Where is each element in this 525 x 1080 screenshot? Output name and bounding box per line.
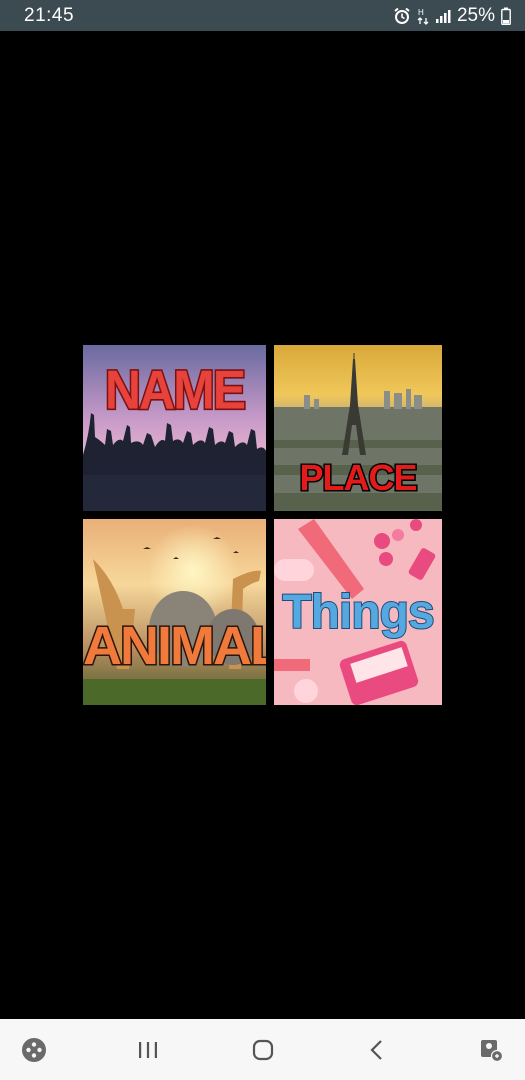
battery-percent: 25% (456, 4, 495, 26)
status-bar: 21:45 H 25% (0, 0, 525, 31)
game-launcher-icon (22, 1037, 46, 1062)
home-icon (252, 1039, 273, 1060)
home-button[interactable] (241, 1028, 285, 1072)
game-launcher-button[interactable] (12, 1028, 56, 1072)
recent-apps-button[interactable] (126, 1028, 170, 1072)
giraffe-elephant-image (83, 519, 266, 705)
screen-assistant-icon (481, 1039, 504, 1062)
category-grid: NAME PLACE ANIMAL Things (83, 345, 442, 705)
tile-label-place: PLACE (298, 456, 419, 500)
back-button[interactable] (355, 1028, 399, 1072)
data-icon: H (417, 7, 429, 25)
status-icons: H 25% (393, 5, 511, 27)
status-time: 21:45 (24, 4, 75, 26)
tile-name[interactable]: NAME (83, 345, 266, 511)
tile-animal[interactable]: ANIMAL (83, 519, 266, 705)
back-icon (370, 1039, 382, 1060)
tile-label-things: Things (281, 585, 435, 640)
svg-text:H: H (418, 8, 424, 17)
navigation-bar (0, 1019, 525, 1080)
screen-assistant-button[interactable] (469, 1028, 513, 1072)
recent-apps-icon (139, 1041, 158, 1058)
tile-label-animal: ANIMAL (83, 615, 266, 678)
alarm-icon (393, 7, 411, 25)
tile-place[interactable]: PLACE (274, 345, 442, 511)
tile-label-name: NAME (103, 358, 247, 423)
battery-icon (501, 7, 511, 25)
signal-icon (435, 8, 451, 24)
tile-things[interactable]: Things (274, 519, 442, 705)
